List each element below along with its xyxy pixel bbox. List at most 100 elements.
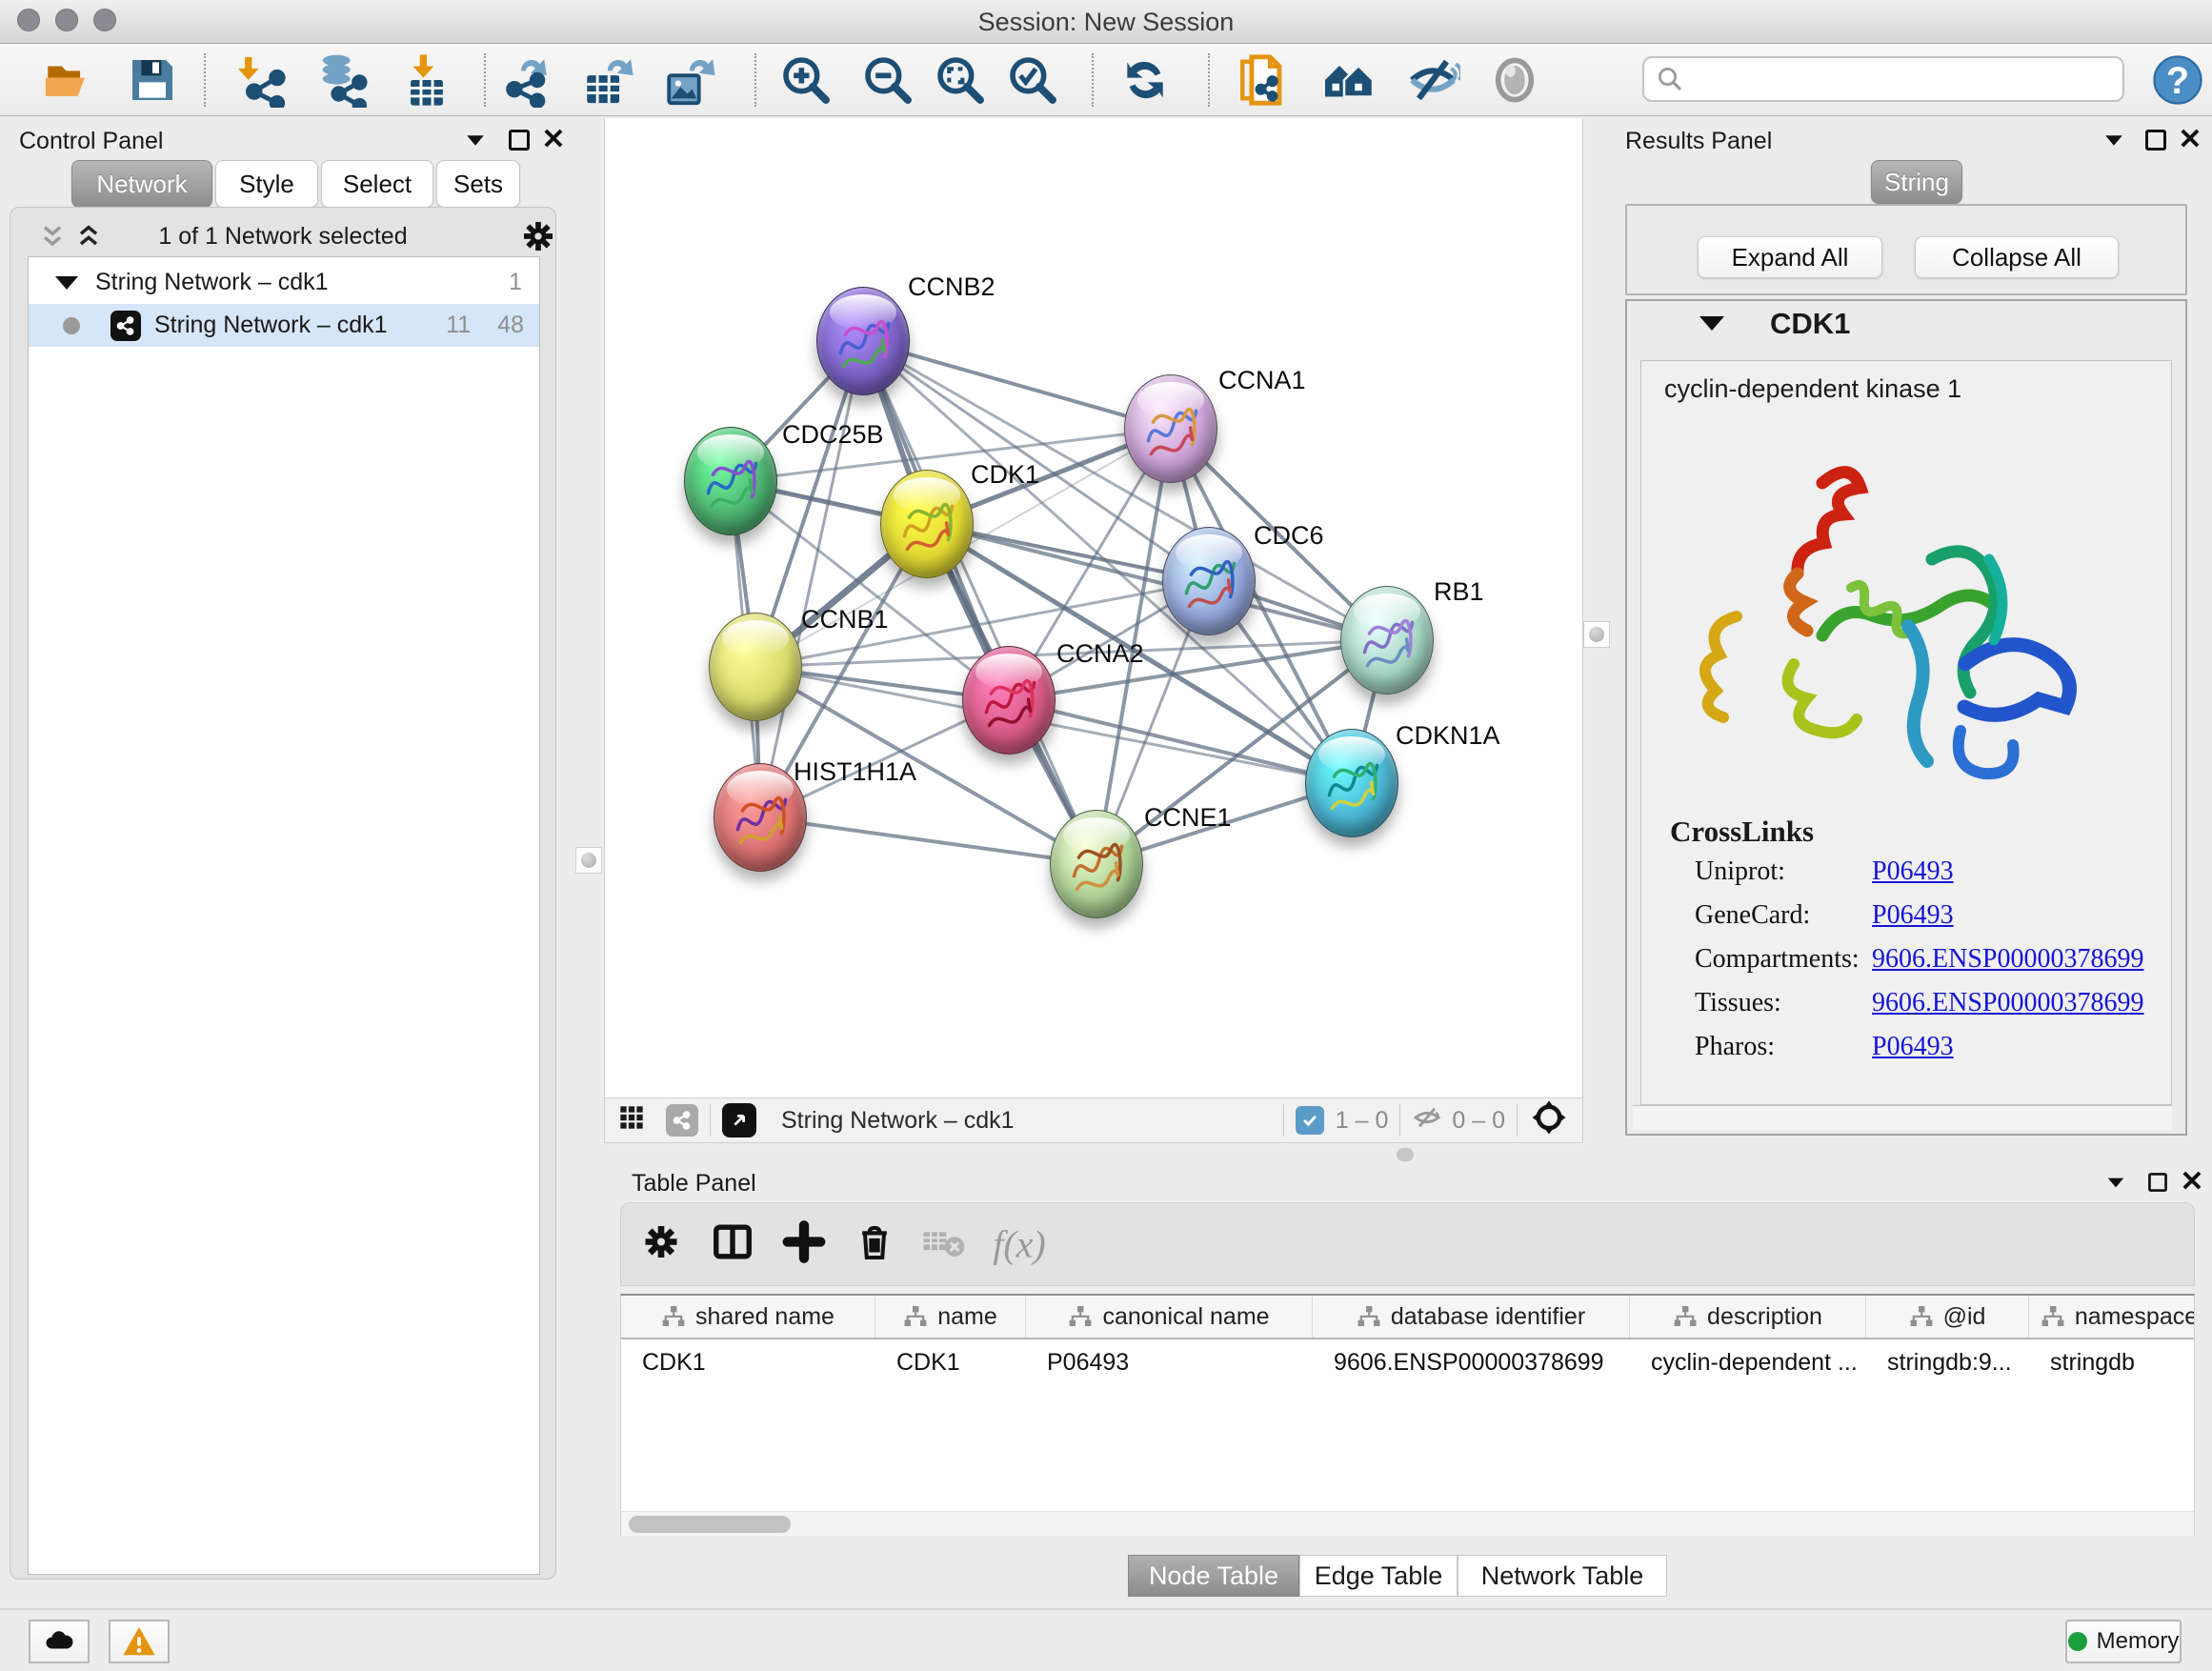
zoom-in-button[interactable] (776, 50, 835, 110)
table-hscrollbar-thumb[interactable] (629, 1516, 791, 1533)
gene-section-expander-icon[interactable] (1699, 316, 1724, 331)
network-share-icon[interactable] (666, 1104, 698, 1137)
zoom-fit-button[interactable] (931, 50, 990, 110)
tab-network-table[interactable]: Network Table (1458, 1555, 1667, 1597)
tab-select[interactable]: Select (321, 160, 433, 208)
clone-network-button[interactable] (1234, 50, 1293, 110)
table-panel-close-button[interactable]: ✕ (2178, 1168, 2206, 1197)
network-view-toolbar: String Network – cdk1 1 – 0 0 – 0 (604, 1097, 1583, 1143)
table-cell[interactable]: stringdb (2029, 1341, 2195, 1384)
graph-node-CDC25B[interactable] (684, 427, 777, 535)
tab-string[interactable]: String (1871, 160, 1962, 204)
results-scrollbar-track[interactable] (1633, 1105, 2172, 1130)
export-network-button[interactable] (496, 50, 555, 110)
grid-view-icon[interactable] (618, 1104, 645, 1137)
control-panel-float-button[interactable] (505, 126, 533, 154)
birdseye-home-button[interactable] (1319, 50, 1378, 110)
table-cell[interactable]: P06493 (1026, 1341, 1313, 1384)
open-session-button[interactable] (39, 50, 98, 110)
graph-node-RB1[interactable] (1340, 586, 1434, 695)
import-network-database-button[interactable] (312, 50, 371, 110)
network-canvas[interactable]: CCNB2CCNA1CDC25BCDK1CDC6RB1CCNB1CCNA2CDK… (604, 118, 1583, 1097)
graph-node-CCNE1[interactable] (1050, 810, 1143, 918)
tab-style[interactable]: Style (215, 160, 318, 208)
tab-node-table[interactable]: Node Table (1128, 1555, 1299, 1597)
results-panel-menu-button[interactable] (2100, 126, 2128, 154)
tab-edge-table[interactable]: Edge Table (1299, 1555, 1458, 1597)
delete-column-trash-icon[interactable] (854, 1221, 895, 1268)
table-panel-float-button[interactable] (2143, 1168, 2172, 1197)
hidden-eye-icon[interactable] (1412, 1102, 1442, 1139)
crosslink-link[interactable]: 9606.ENSP00000378699 (1872, 944, 2143, 974)
graph-node-CCNA1[interactable] (1124, 374, 1217, 483)
table-cell[interactable]: CDK1 (875, 1341, 1026, 1384)
column-header--id[interactable]: @id (1866, 1296, 2029, 1338)
table-settings-gear-icon[interactable] (640, 1221, 682, 1268)
crosslink-link[interactable]: P06493 (1872, 856, 1954, 886)
network-row-selected[interactable]: String Network – cdk1 11 48 (29, 304, 539, 347)
network-row-label: String Network – cdk1 (154, 312, 388, 339)
results-panel-close-button[interactable]: ✕ (2176, 126, 2204, 154)
graph-node-CDC6[interactable] (1162, 527, 1256, 635)
table-cell[interactable]: stringdb:9... (1866, 1341, 2029, 1384)
column-header-namespace[interactable]: namespace (2029, 1296, 2195, 1338)
help-button[interactable]: ? (2148, 50, 2207, 110)
tab-sets[interactable]: Sets (436, 160, 520, 208)
export-image-button[interactable] (660, 50, 719, 110)
table-panel-menu-button[interactable] (2101, 1168, 2130, 1197)
right-splitter-handle[interactable] (1583, 621, 1610, 648)
table-data-row[interactable]: CDK1CDK1P064939606.ENSP00000378699cyclin… (621, 1341, 2195, 1384)
table-header-row: shared namenamecanonical namedatabase id… (621, 1296, 2195, 1339)
import-table-button[interactable] (397, 50, 456, 110)
table-cell[interactable]: CDK1 (621, 1341, 875, 1384)
function-builder-icon[interactable]: f(x) (993, 1222, 1046, 1267)
network-options-gear-icon[interactable] (519, 217, 557, 260)
collapse-all-button[interactable]: Collapse All (1915, 236, 2119, 278)
crosslink-link[interactable]: P06493 (1872, 1032, 1954, 1061)
delete-table-icon[interactable] (920, 1219, 966, 1270)
crosslink-link[interactable]: 9606.ENSP00000378699 (1872, 988, 2143, 1017)
tab-network[interactable]: Network (71, 160, 212, 208)
results-panel-float-button[interactable] (2142, 126, 2170, 154)
control-panel-menu-button[interactable] (461, 126, 490, 154)
graph-node-CCNA2[interactable] (962, 646, 1056, 755)
zoom-selected-button[interactable] (1003, 50, 1062, 110)
search-field[interactable] (1642, 56, 2124, 102)
column-header-database-identifier[interactable]: database identifier (1313, 1296, 1630, 1338)
import-network-file-button[interactable] (231, 50, 291, 110)
column-header-canonical-name[interactable]: canonical name (1026, 1296, 1313, 1338)
table-cell[interactable]: 9606.ENSP00000378699 (1313, 1341, 1630, 1384)
refresh-button[interactable] (1116, 50, 1175, 110)
zoom-out-button[interactable] (858, 50, 917, 110)
column-header-description[interactable]: description (1630, 1296, 1866, 1338)
hide-graphics-button[interactable] (1403, 50, 1462, 110)
left-splitter-handle[interactable] (575, 847, 602, 874)
table-hscrollbar-track[interactable] (621, 1511, 2194, 1536)
control-panel-close-button[interactable]: ✕ (539, 126, 568, 154)
graph-node-CDKN1A[interactable] (1305, 729, 1398, 837)
table-cell[interactable]: cyclin-dependent ... (1630, 1341, 1866, 1384)
birdseye-view-icon[interactable] (722, 1103, 756, 1137)
graph-node-CCNB2[interactable] (816, 287, 910, 395)
save-session-button[interactable] (123, 50, 182, 110)
crosslink-link[interactable]: P06493 (1872, 900, 1954, 930)
show-columns-icon[interactable] (711, 1220, 754, 1269)
selected-checkbox-icon[interactable] (1296, 1106, 1324, 1135)
fit-selected-crosshair-icon[interactable] (1529, 1097, 1569, 1144)
column-header-shared-name[interactable]: shared name (621, 1296, 875, 1338)
graph-node-CCNB1[interactable] (709, 613, 802, 721)
memory-button[interactable]: Memory (2065, 1620, 2182, 1663)
column-header-name[interactable]: name (875, 1296, 1026, 1338)
add-column-icon[interactable] (782, 1220, 826, 1269)
graph-edge-HIST1H1A-CCNE1[interactable] (760, 817, 1096, 864)
expand-all-button[interactable]: Expand All (1698, 236, 1882, 278)
export-table-button[interactable] (578, 50, 637, 110)
show-graphics-button[interactable] (1485, 50, 1544, 110)
collection-expander-icon[interactable] (55, 276, 78, 290)
graph-edge-CCNB2-HIST1H1A[interactable] (760, 341, 863, 817)
graph-node-CDK1[interactable] (880, 470, 974, 578)
warnings-button[interactable] (109, 1620, 170, 1663)
cloud-status-button[interactable] (29, 1620, 90, 1663)
search-input[interactable] (1684, 60, 2122, 98)
network-collection-row[interactable]: String Network – cdk1 1 (29, 261, 539, 304)
